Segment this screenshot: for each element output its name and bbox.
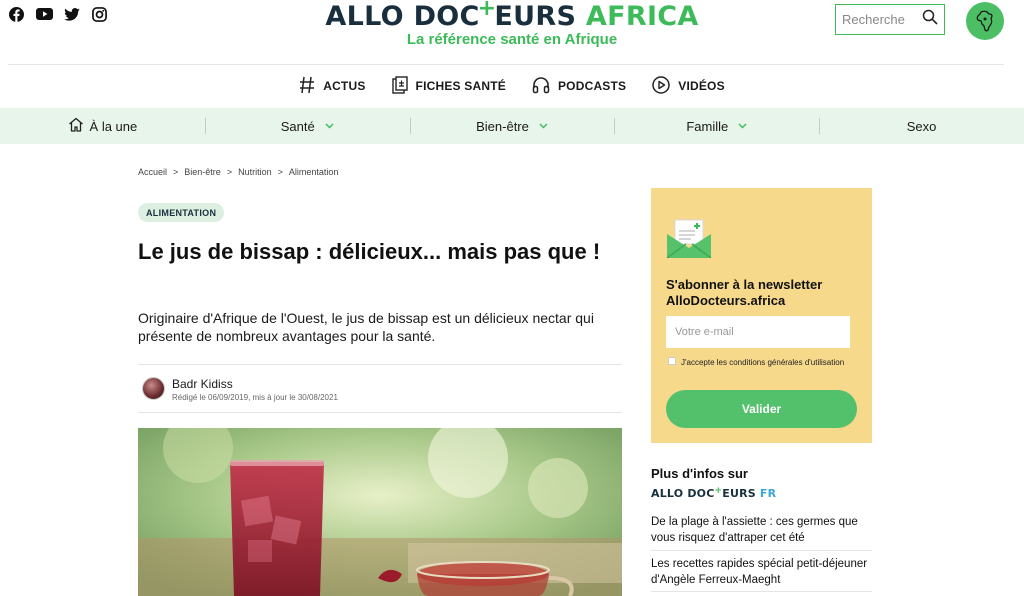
breadcrumb-alimentation[interactable]: Alimentation	[289, 167, 339, 177]
article-image	[138, 428, 622, 596]
logo-text-a: ALLO DOC	[325, 1, 480, 32]
search-icon[interactable]	[922, 9, 938, 30]
category-bien-etre[interactable]: Bien-être	[409, 108, 615, 144]
category-nav: À la une Santé Bien-être Famille Sexo	[0, 108, 1024, 144]
article-tag[interactable]: ALIMENTATION	[138, 203, 225, 222]
submit-button[interactable]: Valider	[666, 390, 857, 428]
nav-podcasts-label: PODCASTS	[557, 79, 627, 93]
divider	[651, 550, 872, 551]
breadcrumb-accueil[interactable]: Accueil	[138, 167, 167, 177]
social-links	[8, 6, 107, 22]
category-label: À la une	[89, 118, 138, 134]
header-divider	[8, 64, 1004, 65]
chevron-down-icon	[539, 121, 548, 132]
document-icon	[391, 75, 408, 97]
newsletter-title: S'abonner à la newsletter AlloDocteurs.a…	[666, 277, 823, 308]
allodocteurs-fr-logo[interactable]: ALLO DOC+EURS FR	[651, 486, 777, 500]
secondary-nav: ACTUS FICHES SANTÉ PODCASTS VIDÉOS	[0, 75, 1024, 97]
instagram-icon[interactable]	[91, 6, 107, 22]
breadcrumb-separator: >	[173, 167, 179, 177]
breadcrumb-bien-etre[interactable]: Bien-être	[184, 167, 221, 177]
headphones-icon	[532, 76, 550, 97]
category-label: Santé	[280, 118, 315, 134]
email-field[interactable]	[666, 316, 850, 348]
envelope-icon	[666, 218, 712, 263]
breadcrumb-nutrition[interactable]: Nutrition	[238, 167, 272, 177]
breadcrumb-separator: >	[226, 167, 233, 177]
nav-fiches-sante[interactable]: FICHES SANTÉ	[391, 75, 506, 97]
nav-fiches-label: FICHES SANTÉ	[415, 79, 506, 93]
logo-plus: +	[477, 0, 497, 21]
category-label: Famille	[686, 118, 729, 134]
divider	[651, 591, 872, 592]
logo-wordmark[interactable]: ALLO DOC+EURS AFRICA	[325, 0, 699, 34]
logo-text-b: EURS	[494, 1, 577, 32]
author-name[interactable]: Badr Kidiss	[172, 377, 233, 391]
logo-plus: +	[714, 486, 723, 496]
nav-actus-label: ACTUS	[323, 79, 366, 93]
twitter-icon[interactable]	[64, 6, 80, 22]
more-info-title: Plus d'infos sur	[651, 466, 748, 481]
article-lead: Originaire d'Afrique de l'Ouest, le jus …	[138, 310, 594, 344]
logo-text-africa: AFRICA	[585, 1, 699, 32]
breadcrumb: Accueil > Bien-être > Nutrition > Alimen…	[138, 167, 338, 177]
search-box	[835, 4, 945, 35]
breadcrumb-separator: >	[277, 167, 283, 177]
article-dates: Rédigé le 06/09/2019, mis à jour le 30/0…	[172, 393, 338, 402]
nav-videos-label: VIDÉOS	[678, 79, 725, 93]
divider	[138, 412, 622, 413]
nav-videos[interactable]: VIDÉOS	[652, 75, 725, 97]
nav-actus[interactable]: ACTUS	[299, 76, 365, 96]
divider	[138, 364, 622, 365]
home-icon	[68, 117, 84, 135]
logo-text-a: ALLO DOC	[651, 487, 715, 500]
logo-text-b: EURS	[722, 487, 756, 500]
author-avatar[interactable]	[142, 377, 165, 400]
nav-podcasts[interactable]: PODCASTS	[532, 76, 626, 96]
terms-label: J'accepte les conditions générales d'uti…	[681, 358, 845, 367]
newsletter-box: S'abonner à la newsletter AlloDocteurs.a…	[651, 188, 872, 443]
youtube-icon[interactable]	[35, 6, 53, 22]
category-sante[interactable]: Santé	[204, 108, 410, 144]
category-sexo[interactable]: Sexo	[819, 108, 1024, 144]
chevron-down-icon	[325, 121, 334, 132]
category-label: Bien-être	[476, 118, 529, 134]
play-icon	[652, 75, 670, 97]
related-link[interactable]: De la plage à l'assiette : ces germes qu…	[651, 514, 873, 546]
category-label: Sexo	[906, 118, 937, 134]
facebook-icon[interactable]	[8, 6, 24, 22]
hashtag-icon	[299, 76, 315, 97]
chevron-down-icon	[738, 121, 747, 132]
related-link[interactable]: Les recettes rapides spécial petit-déjeu…	[651, 556, 873, 588]
category-a-la-une[interactable]: À la une	[0, 108, 205, 144]
logo-text-fr: FR	[759, 487, 777, 500]
search-input[interactable]	[842, 12, 922, 27]
africa-map-icon[interactable]	[966, 2, 1004, 40]
article-title: Le jus de bissap : délicieux... mais pas…	[138, 239, 601, 264]
category-famille[interactable]: Famille	[614, 108, 819, 144]
